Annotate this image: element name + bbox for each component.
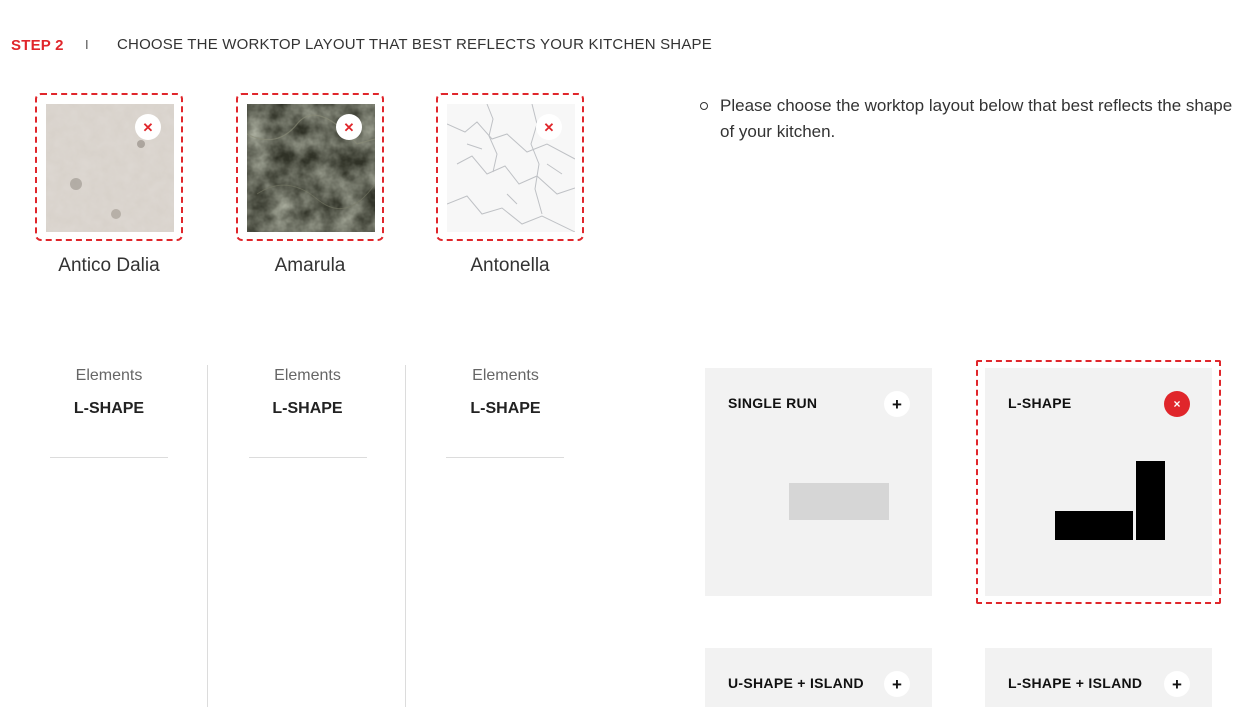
column-divider-rule (50, 457, 168, 458)
close-icon: ✕ (543, 119, 555, 135)
elements-label: Elements (472, 367, 539, 384)
add-icon[interactable]: + (884, 671, 910, 697)
layout-card-l-shape[interactable]: L-SHAPE × (985, 368, 1212, 596)
elements-label: Elements (274, 367, 341, 384)
l-shape-icon (1055, 461, 1165, 540)
close-icon: ✕ (142, 119, 154, 135)
instruction-text: Please choose the worktop layout below t… (720, 96, 1233, 141)
single-run-shape-icon (789, 483, 889, 520)
elements-column: Elements L-SHAPE (405, 365, 605, 707)
swatch-remove-button[interactable]: ✕ (336, 114, 362, 140)
elements-label: Elements (75, 367, 143, 384)
layout-card-u-shape-island[interactable]: U-SHAPE + ISLAND + (705, 648, 932, 707)
layout-card-l-shape-island[interactable]: L-SHAPE + ISLAND + (985, 648, 1212, 707)
swatch-name-antico-dalia: Antico Dalia (58, 255, 160, 276)
elements-column: Elements L-SHAPE (9, 365, 209, 707)
close-icon: ✕ (343, 119, 355, 135)
swatch-name-antonella: Antonella (470, 255, 550, 276)
add-icon[interactable]: + (1164, 671, 1190, 697)
swatch-remove-button[interactable]: ✕ (135, 114, 161, 140)
layout-title: L-SHAPE + ISLAND (1008, 675, 1143, 691)
step-header: STEP 2 (11, 35, 64, 55)
step-title: CHOOSE THE WORKTOP LAYOUT THAT BEST REFL… (117, 36, 712, 53)
instruction-list: Please choose the worktop layout below t… (700, 93, 1235, 145)
elements-value: L-SHAPE (272, 400, 343, 417)
step-label: STEP 2 (11, 36, 64, 54)
swatch-card-antonella[interactable]: ✕ (436, 93, 584, 241)
elements-column: Elements L-SHAPE (207, 365, 407, 707)
layout-title: U-SHAPE + ISLAND (728, 675, 864, 691)
column-divider-rule (249, 457, 367, 458)
swatch-name-amarula: Amarula (274, 255, 346, 276)
swatch-remove-button[interactable]: ✕ (536, 114, 562, 140)
swatch-card-antico-dalia[interactable]: ✕ (35, 93, 183, 241)
swatch-card-amarula[interactable]: ✕ (236, 93, 384, 241)
elements-value: L-SHAPE (470, 400, 541, 417)
column-divider-rule (446, 457, 564, 458)
header-separator: I (85, 37, 89, 52)
layout-card-single-run[interactable]: SINGLE RUN + (705, 368, 932, 596)
elements-value: L-SHAPE (73, 400, 145, 417)
bullet-icon (700, 102, 708, 110)
